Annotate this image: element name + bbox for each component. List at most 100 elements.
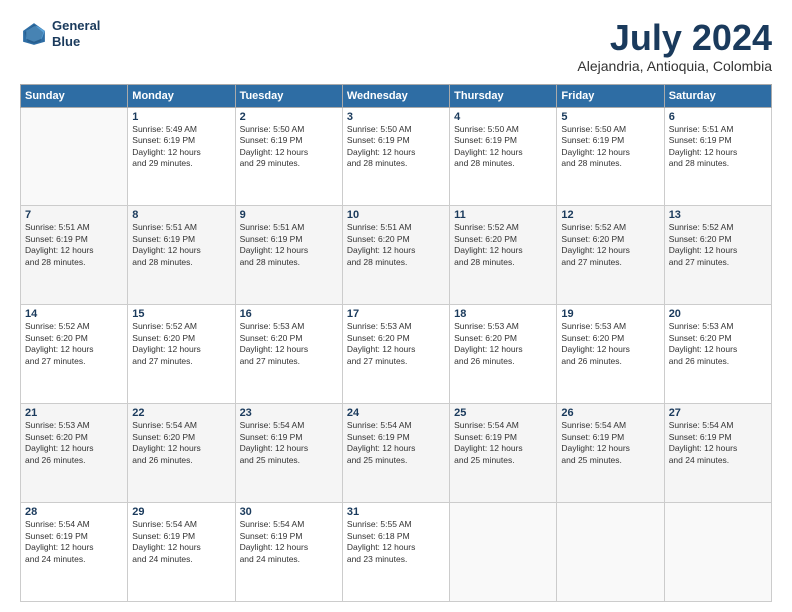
calendar-week-4: 21Sunrise: 5:53 AMSunset: 6:20 PMDayligh… (21, 404, 772, 503)
day-info: Sunrise: 5:51 AMSunset: 6:19 PMDaylight:… (25, 222, 123, 268)
day-info: Sunrise: 5:51 AMSunset: 6:19 PMDaylight:… (132, 222, 230, 268)
day-info: Sunrise: 5:54 AMSunset: 6:19 PMDaylight:… (240, 420, 338, 466)
day-number: 19 (561, 308, 659, 320)
calendar-cell: 20Sunrise: 5:53 AMSunset: 6:20 PMDayligh… (664, 305, 771, 404)
calendar-cell: 22Sunrise: 5:54 AMSunset: 6:20 PMDayligh… (128, 404, 235, 503)
calendar-cell: 4Sunrise: 5:50 AMSunset: 6:19 PMDaylight… (450, 107, 557, 206)
calendar-cell: 9Sunrise: 5:51 AMSunset: 6:19 PMDaylight… (235, 206, 342, 305)
day-number: 25 (454, 407, 552, 419)
day-info: Sunrise: 5:51 AMSunset: 6:20 PMDaylight:… (347, 222, 445, 268)
calendar-cell (450, 503, 557, 602)
day-number: 31 (347, 506, 445, 518)
day-info: Sunrise: 5:54 AMSunset: 6:19 PMDaylight:… (669, 420, 767, 466)
day-info: Sunrise: 5:53 AMSunset: 6:20 PMDaylight:… (240, 321, 338, 367)
day-number: 17 (347, 308, 445, 320)
calendar-cell: 3Sunrise: 5:50 AMSunset: 6:19 PMDaylight… (342, 107, 449, 206)
day-number: 22 (132, 407, 230, 419)
day-info: Sunrise: 5:52 AMSunset: 6:20 PMDaylight:… (561, 222, 659, 268)
day-info: Sunrise: 5:51 AMSunset: 6:19 PMDaylight:… (669, 124, 767, 170)
calendar-header-row: SundayMondayTuesdayWednesdayThursdayFrid… (21, 84, 772, 107)
calendar-week-2: 7Sunrise: 5:51 AMSunset: 6:19 PMDaylight… (21, 206, 772, 305)
day-info: Sunrise: 5:50 AMSunset: 6:19 PMDaylight:… (347, 124, 445, 170)
calendar-cell: 8Sunrise: 5:51 AMSunset: 6:19 PMDaylight… (128, 206, 235, 305)
day-info: Sunrise: 5:53 AMSunset: 6:20 PMDaylight:… (669, 321, 767, 367)
day-info: Sunrise: 5:52 AMSunset: 6:20 PMDaylight:… (454, 222, 552, 268)
day-info: Sunrise: 5:52 AMSunset: 6:20 PMDaylight:… (25, 321, 123, 367)
calendar-cell: 7Sunrise: 5:51 AMSunset: 6:19 PMDaylight… (21, 206, 128, 305)
day-info: Sunrise: 5:54 AMSunset: 6:19 PMDaylight:… (25, 519, 123, 565)
calendar-cell: 18Sunrise: 5:53 AMSunset: 6:20 PMDayligh… (450, 305, 557, 404)
day-info: Sunrise: 5:51 AMSunset: 6:19 PMDaylight:… (240, 222, 338, 268)
calendar-cell: 25Sunrise: 5:54 AMSunset: 6:19 PMDayligh… (450, 404, 557, 503)
day-info: Sunrise: 5:49 AMSunset: 6:19 PMDaylight:… (132, 124, 230, 170)
day-number: 4 (454, 111, 552, 123)
location: Alejandria, Antioquia, Colombia (577, 58, 772, 74)
day-number: 18 (454, 308, 552, 320)
day-number: 1 (132, 111, 230, 123)
logo: General Blue (20, 18, 100, 49)
calendar-cell: 17Sunrise: 5:53 AMSunset: 6:20 PMDayligh… (342, 305, 449, 404)
calendar-cell: 28Sunrise: 5:54 AMSunset: 6:19 PMDayligh… (21, 503, 128, 602)
day-info: Sunrise: 5:54 AMSunset: 6:19 PMDaylight:… (454, 420, 552, 466)
calendar-cell (557, 503, 664, 602)
day-info: Sunrise: 5:50 AMSunset: 6:19 PMDaylight:… (561, 124, 659, 170)
logo-icon (20, 20, 48, 48)
calendar-cell: 6Sunrise: 5:51 AMSunset: 6:19 PMDaylight… (664, 107, 771, 206)
day-number: 16 (240, 308, 338, 320)
calendar-cell (21, 107, 128, 206)
calendar-week-1: 1Sunrise: 5:49 AMSunset: 6:19 PMDaylight… (21, 107, 772, 206)
calendar-cell: 10Sunrise: 5:51 AMSunset: 6:20 PMDayligh… (342, 206, 449, 305)
calendar-cell: 27Sunrise: 5:54 AMSunset: 6:19 PMDayligh… (664, 404, 771, 503)
day-number: 9 (240, 209, 338, 221)
day-number: 2 (240, 111, 338, 123)
calendar-week-3: 14Sunrise: 5:52 AMSunset: 6:20 PMDayligh… (21, 305, 772, 404)
calendar-cell: 13Sunrise: 5:52 AMSunset: 6:20 PMDayligh… (664, 206, 771, 305)
calendar-header-friday: Friday (557, 84, 664, 107)
calendar-cell: 16Sunrise: 5:53 AMSunset: 6:20 PMDayligh… (235, 305, 342, 404)
day-number: 24 (347, 407, 445, 419)
calendar-cell: 26Sunrise: 5:54 AMSunset: 6:19 PMDayligh… (557, 404, 664, 503)
day-number: 28 (25, 506, 123, 518)
day-info: Sunrise: 5:53 AMSunset: 6:20 PMDaylight:… (454, 321, 552, 367)
day-info: Sunrise: 5:50 AMSunset: 6:19 PMDaylight:… (454, 124, 552, 170)
calendar-cell: 29Sunrise: 5:54 AMSunset: 6:19 PMDayligh… (128, 503, 235, 602)
day-number: 3 (347, 111, 445, 123)
day-number: 23 (240, 407, 338, 419)
day-info: Sunrise: 5:54 AMSunset: 6:20 PMDaylight:… (132, 420, 230, 466)
day-info: Sunrise: 5:50 AMSunset: 6:19 PMDaylight:… (240, 124, 338, 170)
day-number: 26 (561, 407, 659, 419)
day-number: 30 (240, 506, 338, 518)
calendar-header-sunday: Sunday (21, 84, 128, 107)
day-number: 7 (25, 209, 123, 221)
header: General Blue July 2024 Alejandria, Antio… (20, 18, 772, 74)
calendar-cell: 15Sunrise: 5:52 AMSunset: 6:20 PMDayligh… (128, 305, 235, 404)
calendar-cell: 2Sunrise: 5:50 AMSunset: 6:19 PMDaylight… (235, 107, 342, 206)
calendar-cell: 1Sunrise: 5:49 AMSunset: 6:19 PMDaylight… (128, 107, 235, 206)
day-number: 6 (669, 111, 767, 123)
page: General Blue July 2024 Alejandria, Antio… (0, 0, 792, 612)
calendar-table: SundayMondayTuesdayWednesdayThursdayFrid… (20, 84, 772, 602)
calendar-week-5: 28Sunrise: 5:54 AMSunset: 6:19 PMDayligh… (21, 503, 772, 602)
day-number: 21 (25, 407, 123, 419)
day-info: Sunrise: 5:54 AMSunset: 6:19 PMDaylight:… (561, 420, 659, 466)
title-block: July 2024 Alejandria, Antioquia, Colombi… (577, 18, 772, 74)
calendar-header-thursday: Thursday (450, 84, 557, 107)
day-number: 8 (132, 209, 230, 221)
calendar-cell: 31Sunrise: 5:55 AMSunset: 6:18 PMDayligh… (342, 503, 449, 602)
day-number: 14 (25, 308, 123, 320)
calendar-cell: 23Sunrise: 5:54 AMSunset: 6:19 PMDayligh… (235, 404, 342, 503)
day-number: 11 (454, 209, 552, 221)
day-number: 10 (347, 209, 445, 221)
day-number: 12 (561, 209, 659, 221)
day-number: 29 (132, 506, 230, 518)
calendar-cell: 24Sunrise: 5:54 AMSunset: 6:19 PMDayligh… (342, 404, 449, 503)
day-info: Sunrise: 5:54 AMSunset: 6:19 PMDaylight:… (240, 519, 338, 565)
calendar-cell: 30Sunrise: 5:54 AMSunset: 6:19 PMDayligh… (235, 503, 342, 602)
calendar-cell: 12Sunrise: 5:52 AMSunset: 6:20 PMDayligh… (557, 206, 664, 305)
calendar-cell: 21Sunrise: 5:53 AMSunset: 6:20 PMDayligh… (21, 404, 128, 503)
day-number: 20 (669, 308, 767, 320)
month-title: July 2024 (577, 18, 772, 58)
day-info: Sunrise: 5:53 AMSunset: 6:20 PMDaylight:… (347, 321, 445, 367)
day-info: Sunrise: 5:55 AMSunset: 6:18 PMDaylight:… (347, 519, 445, 565)
calendar-header-tuesday: Tuesday (235, 84, 342, 107)
